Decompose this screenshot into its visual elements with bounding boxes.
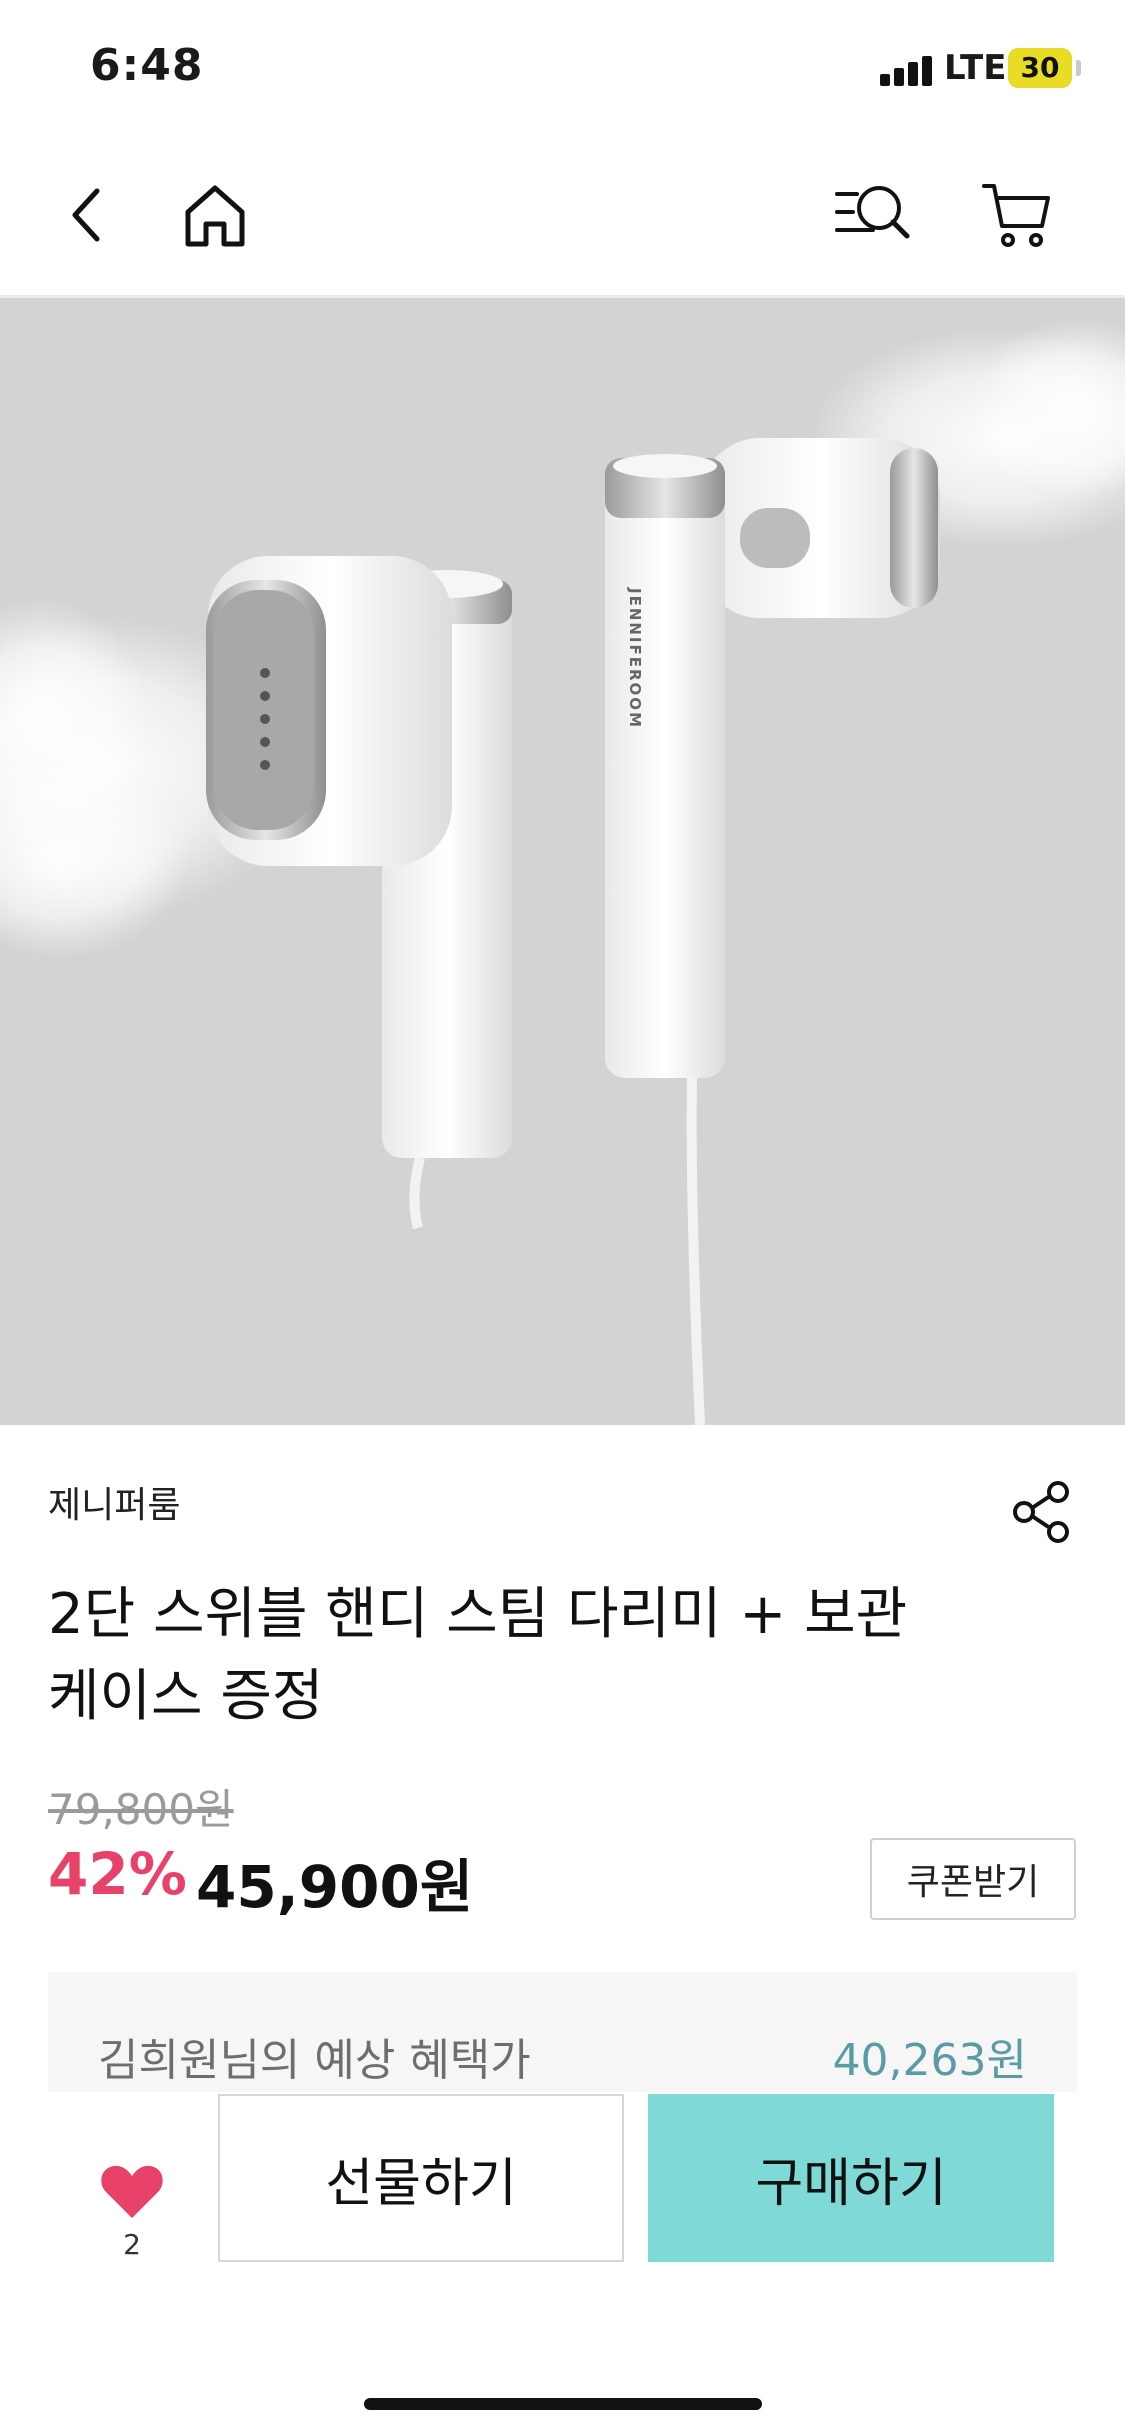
status-bar: 6:48 LTE 30 xyxy=(0,0,1125,140)
coupon-button[interactable]: 쿠폰받기 xyxy=(870,1838,1076,1920)
back-icon xyxy=(72,188,100,242)
steam-iron-illustration: JENNIFEROOM xyxy=(0,318,1125,1425)
expected-benefit-box[interactable]: 김희원님의 예상 혜택가 40,263원 xyxy=(48,1972,1077,2092)
handle-brand-print: JENNIFEROOM xyxy=(626,587,644,729)
share-icon xyxy=(1013,1481,1069,1543)
product-title-line-2: 케이스 증정 xyxy=(48,1664,324,1729)
gift-button[interactable]: 선물하기 xyxy=(218,2094,624,2262)
wishlist-count: 2 xyxy=(123,2228,141,2261)
back-button[interactable] xyxy=(44,170,134,260)
status-time: 6:48 xyxy=(90,40,204,91)
search-icon xyxy=(835,186,910,239)
heart-icon xyxy=(101,2165,163,2218)
home-icon xyxy=(185,185,245,247)
share-button[interactable] xyxy=(1000,1470,1084,1554)
brand-name[interactable]: 제니퍼룸 xyxy=(48,1476,180,1528)
wishlist-button[interactable]: 2 xyxy=(84,2122,180,2261)
discount-rate: 42% xyxy=(48,1840,187,1908)
home-indicator xyxy=(364,2398,762,2410)
product-title: 2단 스위블 핸디 스팀 다리미 + 보관 케이스 증정 xyxy=(48,1574,948,1738)
search-button[interactable] xyxy=(828,170,918,260)
sale-price: 45,900원 xyxy=(196,1853,474,1921)
battery-tip xyxy=(1076,60,1081,76)
battery-icon: 30 xyxy=(1008,48,1072,88)
home-button[interactable] xyxy=(170,170,260,260)
product-image[interactable]: JENNIFEROOM xyxy=(0,298,1125,1425)
benefit-price: 40,263원 xyxy=(832,2035,1027,2086)
cart-button[interactable] xyxy=(972,170,1062,260)
cart-icon xyxy=(982,184,1050,247)
signal-icon xyxy=(880,54,936,86)
battery-level: 30 xyxy=(1020,51,1060,84)
network-type: LTE xyxy=(944,48,1007,88)
product-title-line-1: 2단 스위블 핸디 스팀 다리미 + 보관 xyxy=(48,1582,908,1647)
top-nav-bar xyxy=(0,140,1125,298)
original-price: 79,800원 xyxy=(48,1785,234,1834)
buy-button[interactable]: 구매하기 xyxy=(648,2094,1054,2262)
benefit-label: 김희원님의 예상 혜택가 xyxy=(98,2035,531,2086)
